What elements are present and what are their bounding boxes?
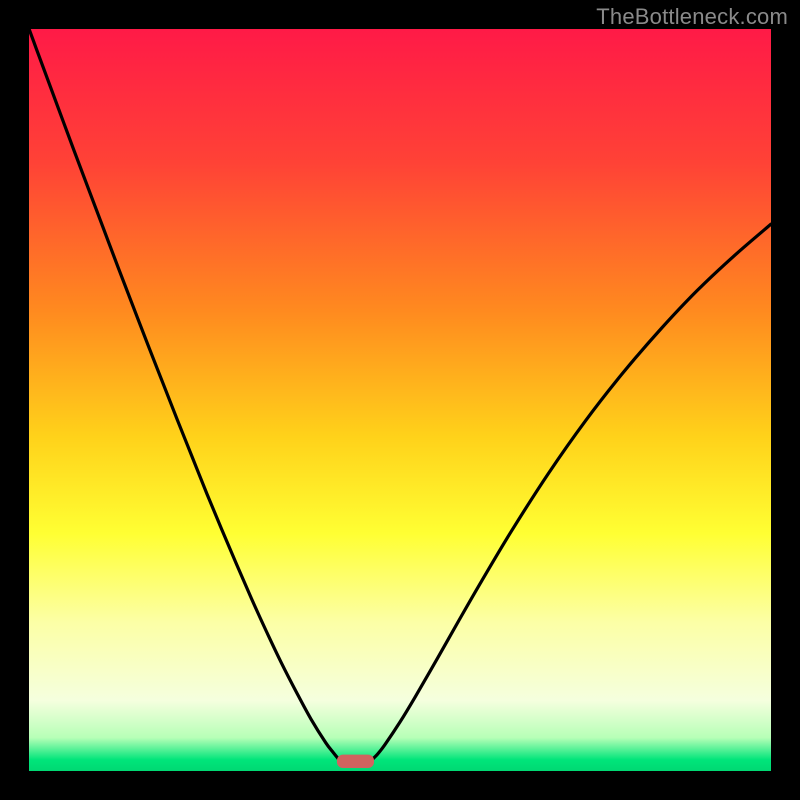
chart-svg [29, 29, 771, 771]
minimum-marker [337, 755, 374, 768]
plot-area [29, 29, 771, 771]
outer-frame: TheBottleneck.com [0, 0, 800, 800]
gradient-background [29, 29, 771, 771]
watermark-text: TheBottleneck.com [596, 4, 788, 30]
